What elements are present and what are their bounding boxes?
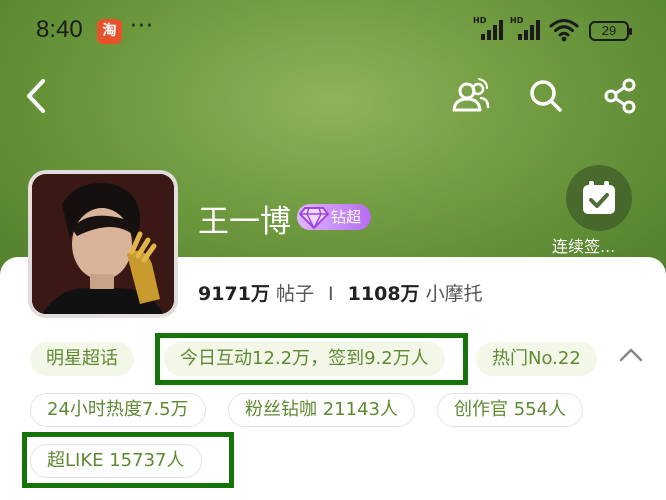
back-button[interactable]	[14, 74, 58, 118]
checkin-button[interactable]	[566, 165, 632, 231]
highlight-box	[155, 333, 468, 385]
fans-label: 小摩托	[425, 283, 483, 305]
chevron-up-icon[interactable]	[618, 346, 644, 364]
search-button[interactable]	[524, 74, 568, 118]
chevron-left-icon	[27, 79, 45, 113]
status-time: 8:40	[36, 16, 83, 43]
posts-label: 帖子	[275, 283, 314, 305]
diamond-icon	[299, 207, 329, 229]
share-button[interactable]	[598, 74, 642, 118]
more-notifications-icon: ···	[130, 14, 154, 39]
diamond-super-badge[interactable]: 钻超	[297, 204, 371, 230]
users-icon	[452, 78, 490, 112]
signal-icon: HD	[510, 16, 542, 40]
tag-fan-diamond[interactable]: 粉丝钻咖 21143人	[228, 393, 415, 427]
signal-icon: HD	[473, 16, 505, 40]
tag-creator[interactable]: 创作官 554人	[437, 393, 584, 427]
status-bar: 8:40 淘 ··· HD HD 29	[0, 0, 666, 62]
group-members-button[interactable]	[449, 74, 493, 118]
taobao-app-icon: 淘	[97, 19, 122, 44]
checkin-label: 连续签...	[552, 237, 616, 256]
avatar[interactable]	[28, 170, 178, 318]
posts-count: 9171万	[198, 283, 270, 305]
fans-count: 1108万	[347, 283, 420, 305]
calendar-check-icon	[583, 181, 615, 214]
badge-label: 钻超	[331, 208, 362, 226]
profile-photo	[32, 174, 174, 314]
search-icon	[530, 80, 562, 112]
wifi-icon	[549, 19, 579, 42]
tag-24h-heat[interactable]: 24小时热度7.5万	[30, 393, 206, 427]
profile-stats: 9171万 帖子 I 1108万 小摩托	[198, 279, 483, 306]
share-icon	[604, 78, 636, 114]
highlight-box	[22, 432, 234, 488]
tag-hot-rank[interactable]: 热门No.22	[476, 342, 597, 376]
profile-name: 王一博	[198, 204, 291, 240]
tag-star-topic[interactable]: 明星超话	[30, 342, 134, 376]
stats-separator: I	[328, 283, 334, 305]
battery-icon: 29	[589, 21, 632, 41]
